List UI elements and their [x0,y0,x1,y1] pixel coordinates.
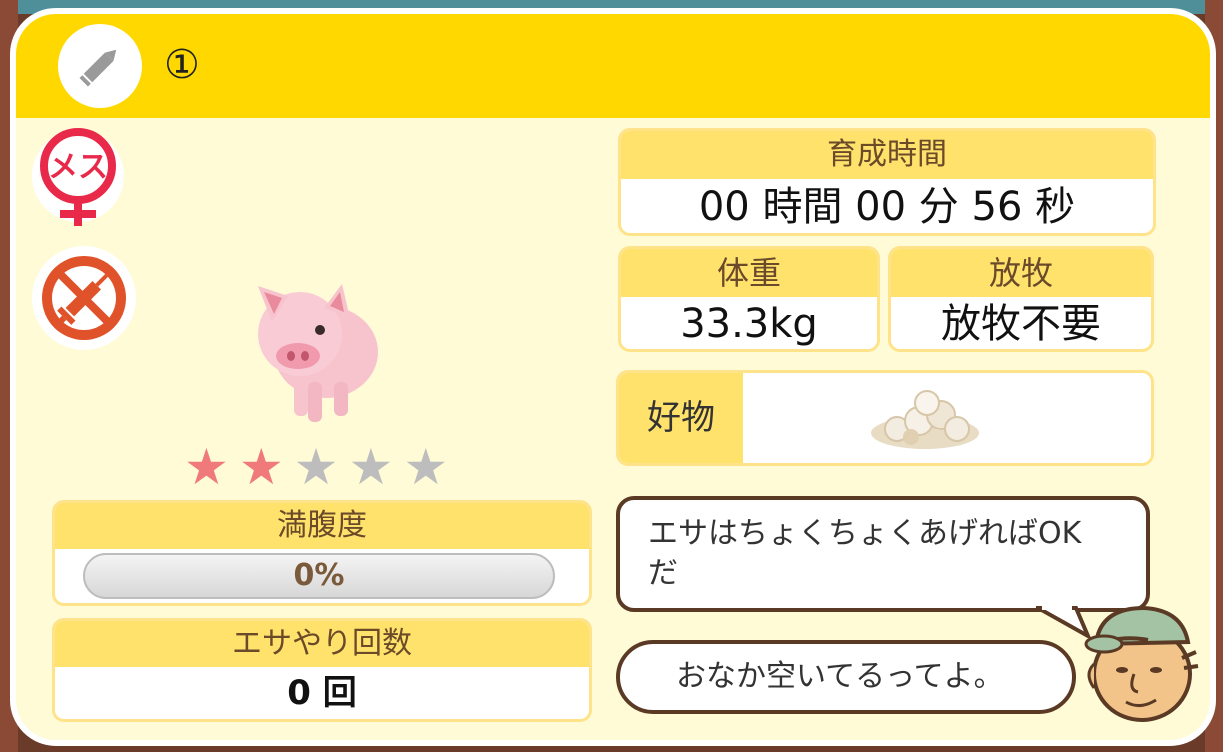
fullness-label: 満腹度 [55,503,589,549]
female-symbol-icon: メス [40,128,116,226]
pencil-icon [79,49,117,87]
raising-time-label: 育成時間 [621,131,1153,179]
fullness-value: 0% [293,558,345,593]
weight-value: 33.3kg [680,301,818,347]
pig-status-card: ① メス ★ ★ ★ ★ ★ 満腹度 0% エサやり回数 0 回 育成時間 00… [10,8,1216,746]
grazing-label: 放牧 [891,249,1151,297]
fullness-panel: 満腹度 0% [52,500,592,606]
status-bubble: おなか空いてるってよ。 [616,640,1076,714]
fullness-gauge: 0% [83,553,555,599]
advice-bubble: エサはちょくちょくあげればOK だ [616,496,1150,612]
grazing-panel: 放牧 放牧不要 [888,246,1154,352]
star-empty-icon: ★ [348,438,394,496]
grazing-value: 放牧不要 [941,301,1101,347]
favorite-label: 好物 [619,373,743,463]
star-filled-icon: ★ [184,438,229,496]
advice-text: エサはちょくちょくあげればOK だ [648,516,1082,591]
pig-image [258,284,378,422]
rating-stars: ★ ★ ★ ★ ★ [184,442,448,492]
gender-badge: メス [32,128,124,226]
raising-time-panel: 育成時間 00 時間 00 分 56 秒 [618,128,1156,236]
no-injection-icon [42,256,126,340]
card-header: ① [16,14,1210,118]
favorite-food-panel: 好物 [616,370,1154,466]
pig-name-title: ① [164,42,200,88]
injection-badge [32,246,136,350]
farmer-avatar [1084,605,1199,722]
star-empty-icon: ★ [293,438,339,496]
edit-name-button[interactable] [58,24,142,108]
status-text: おなか空いてるってよ。 [676,659,1004,694]
feed-count-label: エサやり回数 [55,621,589,667]
weight-panel: 体重 33.3kg [618,246,880,352]
feed-count-panel: エサやり回数 0 回 [52,618,592,722]
star-empty-icon: ★ [403,438,449,496]
feed-count-value: 0 回 [287,673,357,713]
raising-time-value: 00 時間 00 分 56 秒 [698,184,1076,230]
feed-pile-icon [871,390,979,449]
weight-label: 体重 [621,249,877,297]
gender-label: メス [48,150,108,185]
star-filled-icon: ★ [238,438,284,496]
